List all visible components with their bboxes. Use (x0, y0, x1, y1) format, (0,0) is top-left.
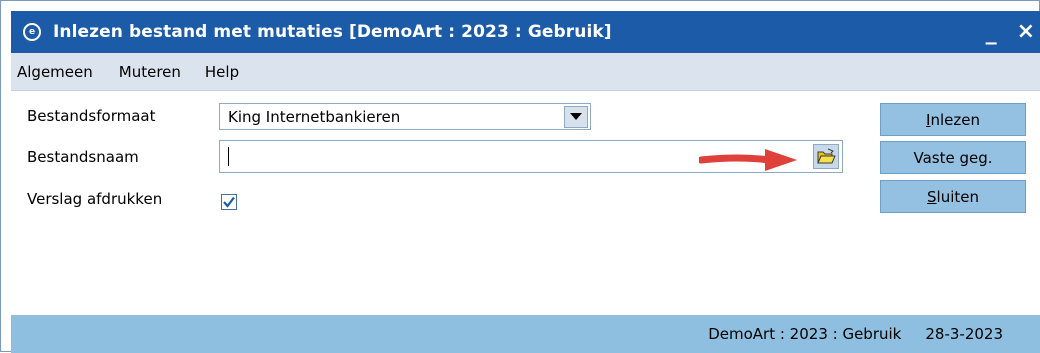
chevron-down-icon (570, 113, 582, 120)
report-checkbox[interactable] (221, 194, 237, 210)
format-dropdown-button[interactable] (564, 105, 588, 128)
window-title: Inlezen bestand met mutaties [DemoArt : … (53, 22, 612, 42)
status-date: 28-3-2023 (925, 325, 1003, 343)
folder-open-icon (817, 148, 836, 163)
window: e Inlezen bestand met mutaties [DemoArt … (0, 0, 1040, 353)
text-caret (228, 147, 229, 166)
status-bar: DemoArt : 2023 : Gebruik 28-3-2023 (11, 315, 1040, 353)
fixed-data-button-label: Vaste geg. (913, 148, 993, 167)
menu-bar: Algemeen Muteren Help (11, 53, 1040, 90)
app-icon: e (23, 23, 41, 41)
window-controls: _ × (986, 11, 1035, 53)
annotation-arrow (699, 149, 797, 171)
browse-button[interactable] (813, 144, 839, 169)
form-panel: Bestandsformaat King Internetbankieren B… (11, 90, 1040, 315)
title-bar: e Inlezen bestand met mutaties [DemoArt … (11, 11, 1040, 53)
close-window-button[interactable]: × (1017, 21, 1035, 43)
format-select[interactable]: King Internetbankieren (219, 103, 591, 130)
status-context: DemoArt : 2023 : Gebruik (708, 325, 902, 343)
read-button[interactable]: Inlezen (880, 103, 1026, 136)
format-label: Bestandsformaat (27, 107, 156, 125)
report-label: Verslag afdrukken (27, 190, 163, 208)
minimize-button[interactable]: _ (986, 22, 997, 44)
fixed-data-button[interactable]: Vaste geg. (880, 141, 1026, 174)
menu-item-algemeen[interactable]: Algemeen (11, 63, 93, 81)
close-button-label: Sluiten (927, 187, 979, 206)
checkmark-icon (223, 196, 235, 208)
menu-item-muteren[interactable]: Muteren (113, 63, 181, 81)
read-button-label: Inlezen (926, 110, 980, 129)
filename-label: Bestandsnaam (27, 148, 139, 166)
close-button[interactable]: Sluiten (880, 180, 1026, 213)
format-select-value: King Internetbankieren (228, 107, 401, 126)
menu-item-help[interactable]: Help (199, 63, 239, 81)
